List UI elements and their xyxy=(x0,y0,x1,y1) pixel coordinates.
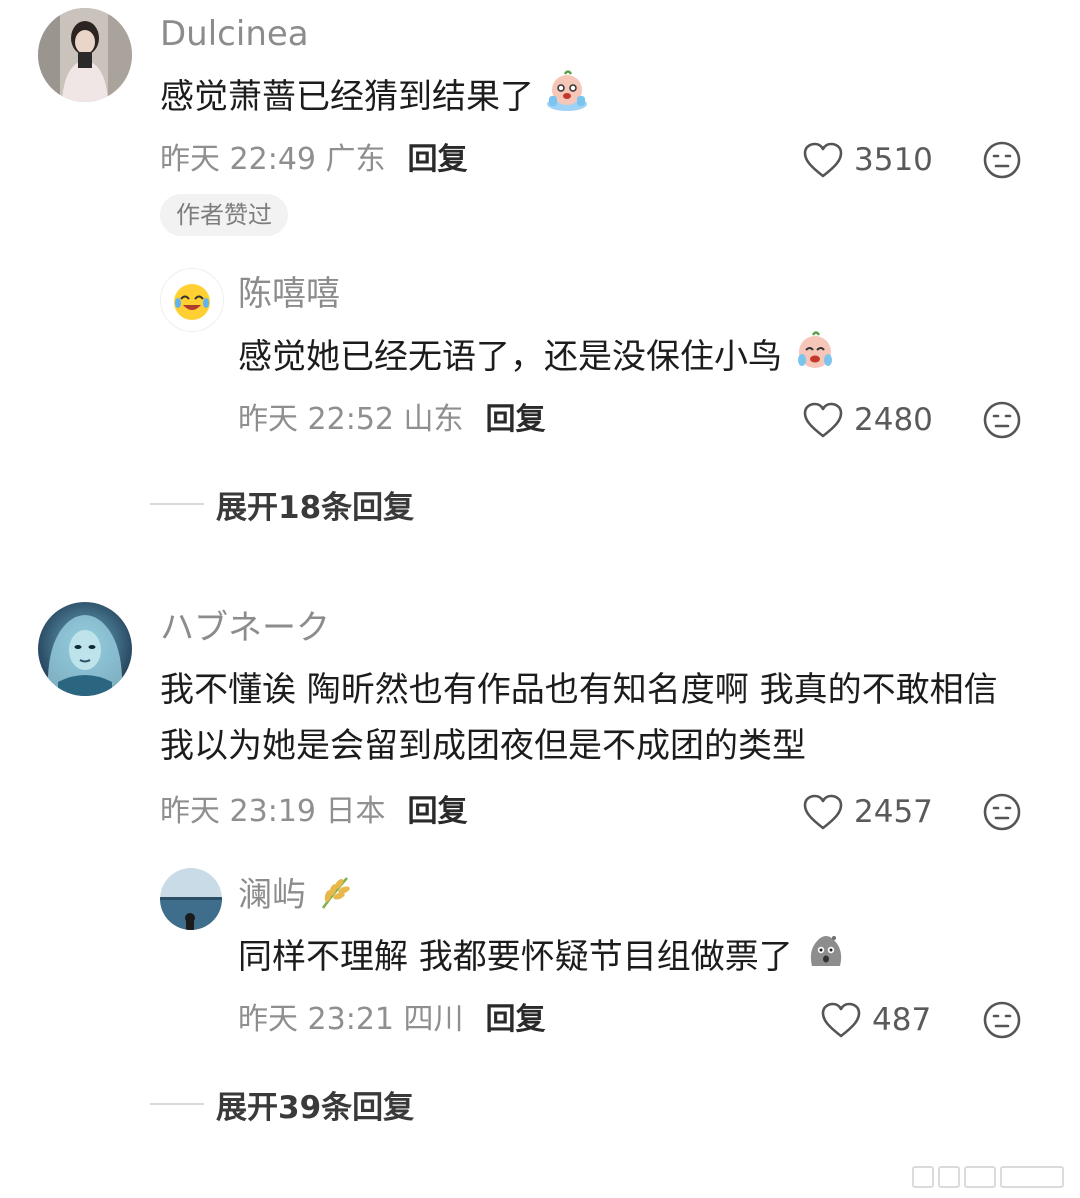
like-count: 487 xyxy=(872,1002,932,1038)
comment-username[interactable]: Dulcinea xyxy=(160,14,309,54)
meh-face-icon xyxy=(983,1001,1021,1039)
reply-text: 同样不理解 我都要怀疑节目组做票了 xyxy=(238,928,848,989)
comment-meta: 昨天 22:49 广东 回复 xyxy=(160,140,468,180)
reply-button[interactable]: 回复 xyxy=(408,142,468,177)
avatar[interactable] xyxy=(38,602,132,696)
reply-button[interactable]: 回复 xyxy=(408,794,468,829)
divider xyxy=(150,503,204,505)
avatar[interactable] xyxy=(160,868,222,930)
like-button[interactable]: 2457 xyxy=(802,792,933,832)
comment-time-location: 昨天 23:19 日本 xyxy=(160,794,386,829)
dislike-button[interactable] xyxy=(982,140,1022,180)
meh-face-icon xyxy=(983,141,1021,179)
heart-outline-icon xyxy=(803,142,843,178)
author-liked-badge: 作者赞过 xyxy=(160,194,288,236)
meh-face-icon xyxy=(983,793,1021,831)
reply-time-location: 昨天 23:21 四川 xyxy=(238,1002,464,1037)
avatar[interactable] xyxy=(38,8,132,102)
crying-emoji-icon xyxy=(793,328,837,389)
expand-replies-button[interactable]: 展开39条回复 xyxy=(150,1084,415,1126)
expand-replies-button[interactable]: 展开18条回复 xyxy=(150,484,415,526)
dislike-button[interactable] xyxy=(982,400,1022,440)
crying-emoji-icon xyxy=(545,68,589,129)
reply-text-content: 同样不理解 我都要怀疑节目组做票了 xyxy=(238,937,793,977)
reply-button[interactable]: 回复 xyxy=(486,402,546,437)
reply-username[interactable]: 陈嘻嘻 xyxy=(238,274,340,314)
comment-text: 感觉萧蔷已经猜到结果了 xyxy=(160,68,589,129)
reply-username-text: 澜屿 xyxy=(238,875,306,915)
like-button[interactable]: 2480 xyxy=(802,400,933,440)
reply-text-content: 感觉她已经无语了，还是没保住小鸟 xyxy=(238,337,782,377)
heart-outline-icon xyxy=(803,402,843,438)
heart-outline-icon xyxy=(803,794,843,830)
reply-time-location: 昨天 22:52 山东 xyxy=(238,402,464,437)
comment-meta: 昨天 23:19 日本 回复 xyxy=(160,792,468,832)
avatar[interactable] xyxy=(160,268,224,332)
reply-meta: 昨天 23:21 四川 回复 xyxy=(238,1000,546,1040)
comment-text: 我不懂诶 陶昕然也有作品也有知名度啊 我真的不敢相信 我以为她是会留到成团夜但是… xyxy=(160,662,998,774)
expand-replies-label: 展开39条回复 xyxy=(216,1089,415,1126)
like-button[interactable]: 487 xyxy=(820,1000,931,1040)
comment-text-content: 感觉萧蔷已经猜到结果了 xyxy=(160,77,534,117)
shocked-rock-emoji-icon xyxy=(804,928,848,989)
dislike-button[interactable] xyxy=(982,792,1022,832)
like-count: 2480 xyxy=(854,402,933,438)
comment-time-location: 昨天 22:49 广东 xyxy=(160,142,386,177)
comment-text-line: 我不懂诶 陶昕然也有作品也有知名度啊 我真的不敢相信 xyxy=(160,670,998,710)
like-button[interactable]: 3510 xyxy=(802,140,933,180)
like-count: 2457 xyxy=(854,794,933,830)
comment-text-line: 我以为她是会留到成团夜但是不成团的类型 xyxy=(160,726,806,766)
dislike-button[interactable] xyxy=(982,1000,1022,1040)
meh-face-icon xyxy=(983,401,1021,439)
heart-outline-icon xyxy=(821,1002,861,1038)
reply-username[interactable]: 澜屿 xyxy=(238,874,353,919)
comment-username[interactable]: ハブネーク xyxy=(160,608,330,648)
watermark-icon xyxy=(912,1166,1064,1188)
reply-button[interactable]: 回复 xyxy=(486,1002,546,1037)
reply-text: 感觉她已经无语了，还是没保住小鸟 xyxy=(238,328,837,389)
like-count: 3510 xyxy=(854,142,933,178)
expand-replies-label: 展开18条回复 xyxy=(216,489,415,526)
reply-meta: 昨天 22:52 山东 回复 xyxy=(238,400,546,440)
divider xyxy=(150,1103,204,1105)
wheat-icon xyxy=(317,874,353,919)
